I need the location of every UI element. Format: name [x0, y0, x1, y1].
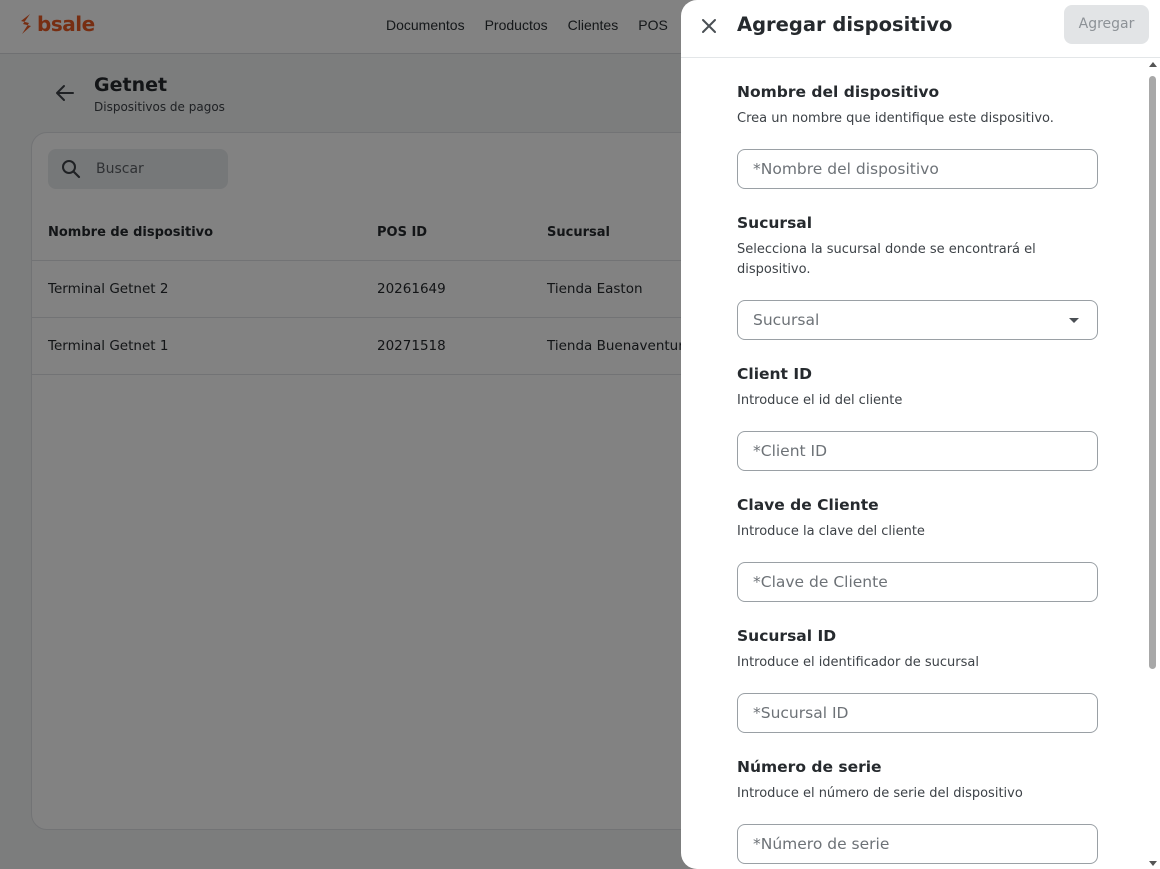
scroll-thumb[interactable] [1149, 76, 1156, 669]
client-key-input[interactable]: *Clave de Cliente [737, 562, 1098, 602]
serial-number-input[interactable]: *Número de serie [737, 824, 1098, 864]
drawer-header: Agregar dispositivo Agregar [681, 0, 1160, 58]
scroll-up-arrow-icon[interactable] [1149, 62, 1157, 67]
field-help: Introduce el id del cliente [737, 393, 903, 408]
close-icon[interactable] [698, 15, 720, 37]
field-help: Selecciona la sucursal donde se encontra… [737, 242, 1036, 277]
input-placeholder: *Nombre del dispositivo [753, 160, 939, 178]
select-value: Sucursal [753, 311, 820, 329]
client-id-field: Client ID Introduce el id del cliente *C… [737, 364, 1099, 471]
serial-number-field: Número de serie Introduce el número de s… [737, 757, 1099, 864]
add-button[interactable]: Agregar [1064, 5, 1149, 44]
field-label: Nombre del dispositivo [737, 83, 940, 101]
drawer-title: Agregar dispositivo [737, 13, 953, 36]
client-key-field: Clave de Cliente Introduce la clave del … [737, 495, 1099, 602]
field-help: Introduce el número de serie del disposi… [737, 786, 1023, 801]
drawer-form: Nombre del dispositivo Crea un nombre qu… [681, 58, 1160, 869]
field-help: Crea un nombre que identifique este disp… [737, 111, 1054, 126]
field-label: Client ID [737, 365, 812, 383]
scroll-down-arrow-icon[interactable] [1149, 861, 1157, 866]
field-label: Sucursal ID [737, 627, 837, 645]
add-device-drawer: Agregar dispositivo Agregar Nombre del d… [681, 0, 1160, 869]
input-placeholder: *Clave de Cliente [753, 573, 888, 591]
branch-id-input[interactable]: *Sucursal ID [737, 693, 1098, 733]
field-help: Introduce el identificador de sucursal [737, 655, 979, 670]
client-id-input[interactable]: *Client ID [737, 431, 1098, 471]
chevron-down-icon [1069, 318, 1079, 323]
drawer-scrollbar[interactable] [1146, 58, 1160, 869]
device-name-field: Nombre del dispositivo Crea un nombre qu… [737, 82, 1099, 189]
field-help: Introduce la clave del cliente [737, 524, 925, 539]
input-placeholder: *Sucursal ID [753, 704, 849, 722]
branch-id-field: Sucursal ID Introduce el identificador d… [737, 626, 1099, 733]
device-name-input[interactable]: *Nombre del dispositivo [737, 149, 1098, 189]
field-label: Número de serie [737, 758, 882, 776]
field-label: Sucursal [737, 214, 813, 232]
branch-select[interactable]: Sucursal [737, 300, 1098, 340]
branch-field: Sucursal Selecciona la sucursal donde se… [737, 213, 1099, 340]
input-placeholder: *Client ID [753, 442, 828, 460]
field-label: Clave de Cliente [737, 496, 879, 514]
input-placeholder: *Número de serie [753, 835, 890, 853]
